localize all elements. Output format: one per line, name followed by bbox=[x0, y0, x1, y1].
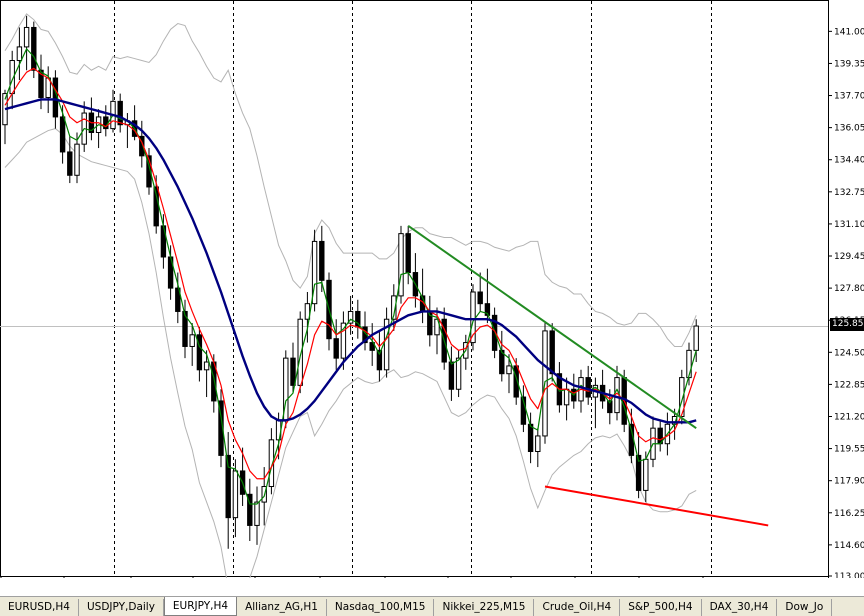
price-tick-label: 131.10 bbox=[834, 220, 864, 230]
candle-body-bear bbox=[448, 361, 455, 390]
chart-tab[interactable]: Nasdaq_100,M15 bbox=[327, 599, 435, 616]
candle-body-bear bbox=[477, 291, 483, 305]
price-tick-label: 116.25 bbox=[834, 509, 864, 519]
chart-tab[interactable]: S&P_500,H4 bbox=[620, 599, 702, 616]
price-tick-label: 137.70 bbox=[834, 92, 864, 102]
chart-tab[interactable]: USDJPY,Daily bbox=[79, 599, 164, 616]
price-tick-label: 122.85 bbox=[834, 380, 864, 390]
price-tick-label: 117.90 bbox=[834, 477, 864, 487]
price-tick-label: 119.55 bbox=[834, 445, 864, 455]
candle bbox=[398, 225, 404, 304]
chart-tab[interactable]: DAX_30,H4 bbox=[702, 599, 778, 616]
price-tick-label: 127.80 bbox=[834, 284, 864, 294]
chart-tab-bar: EURUSD,H4 USDJPY,Daily EURJPY,H4 Allianz_AG… bbox=[0, 596, 864, 616]
price-tick-label: 134.40 bbox=[834, 156, 864, 166]
candle-body-bear bbox=[67, 151, 73, 176]
candle-body-bull bbox=[563, 388, 570, 406]
candle-body-bear bbox=[319, 240, 325, 281]
chart-tab[interactable]: EURUSD,H4 bbox=[0, 599, 79, 616]
price-tick-label: 114.60 bbox=[834, 541, 864, 551]
chart-canvas[interactable]: 141.00 139.35 137.70 136.05 134.40 132.75 131.… bbox=[0, 0, 864, 578]
price-tick-label: 129.45 bbox=[834, 252, 864, 262]
chart-tab[interactable]: Allianz_AG,H1 bbox=[237, 599, 327, 616]
candle-body-bull bbox=[535, 435, 541, 453]
price-chart[interactable]: 141.00 139.35 137.70 136.05 134.40 132.75 131.… bbox=[0, 0, 864, 578]
candle-body-bull bbox=[254, 501, 260, 526]
price-tick-label: 132.75 bbox=[834, 188, 864, 198]
price-tick-label: 113.00 bbox=[834, 572, 864, 578]
candle-body-bull bbox=[232, 470, 239, 519]
candle-body-bull bbox=[643, 458, 649, 491]
chart-tab[interactable]: EURJPY,H4 bbox=[163, 597, 238, 616]
candle-body-bear bbox=[585, 377, 591, 398]
candle-body-bull bbox=[23, 26, 30, 48]
candle-body-bull bbox=[189, 334, 195, 347]
price-tick-label: 139.35 bbox=[834, 59, 864, 69]
candle-body-bull bbox=[16, 46, 23, 62]
candle-body-bull bbox=[203, 361, 210, 371]
candle-body-bull bbox=[455, 357, 462, 390]
price-tick-label: 124.50 bbox=[834, 348, 864, 358]
candle-body-bear bbox=[333, 338, 339, 359]
candle-body-bear bbox=[31, 26, 37, 71]
chart-tab[interactable]: Nikkei_225,M15 bbox=[434, 599, 535, 616]
candle bbox=[470, 284, 476, 351]
price-axis: 141.00 139.35 137.70 136.05 134.40 132.75 131.… bbox=[828, 27, 864, 578]
candle-body-bear bbox=[527, 423, 534, 453]
price-tick-label: 141.00 bbox=[834, 27, 864, 37]
price-tick-label: 136.05 bbox=[834, 124, 864, 134]
candle bbox=[283, 350, 289, 429]
candle-body-bear bbox=[59, 116, 66, 153]
chart-tab[interactable]: Crude_Oil,H4 bbox=[534, 599, 621, 616]
candle-body-bear bbox=[405, 233, 411, 274]
candle-body-bear bbox=[290, 357, 296, 386]
candle bbox=[311, 229, 318, 312]
candle-body-bull bbox=[506, 365, 512, 375]
current-price-tag: 125.85 bbox=[830, 318, 864, 331]
candle-body-bull bbox=[693, 325, 699, 351]
candle-body-bear bbox=[549, 330, 555, 375]
chart-tab[interactable]: Dow_Jo bbox=[777, 599, 833, 616]
candle-body-bear bbox=[117, 100, 123, 126]
price-tick-label: 121.20 bbox=[834, 412, 864, 422]
candle-body-bull bbox=[74, 143, 80, 176]
